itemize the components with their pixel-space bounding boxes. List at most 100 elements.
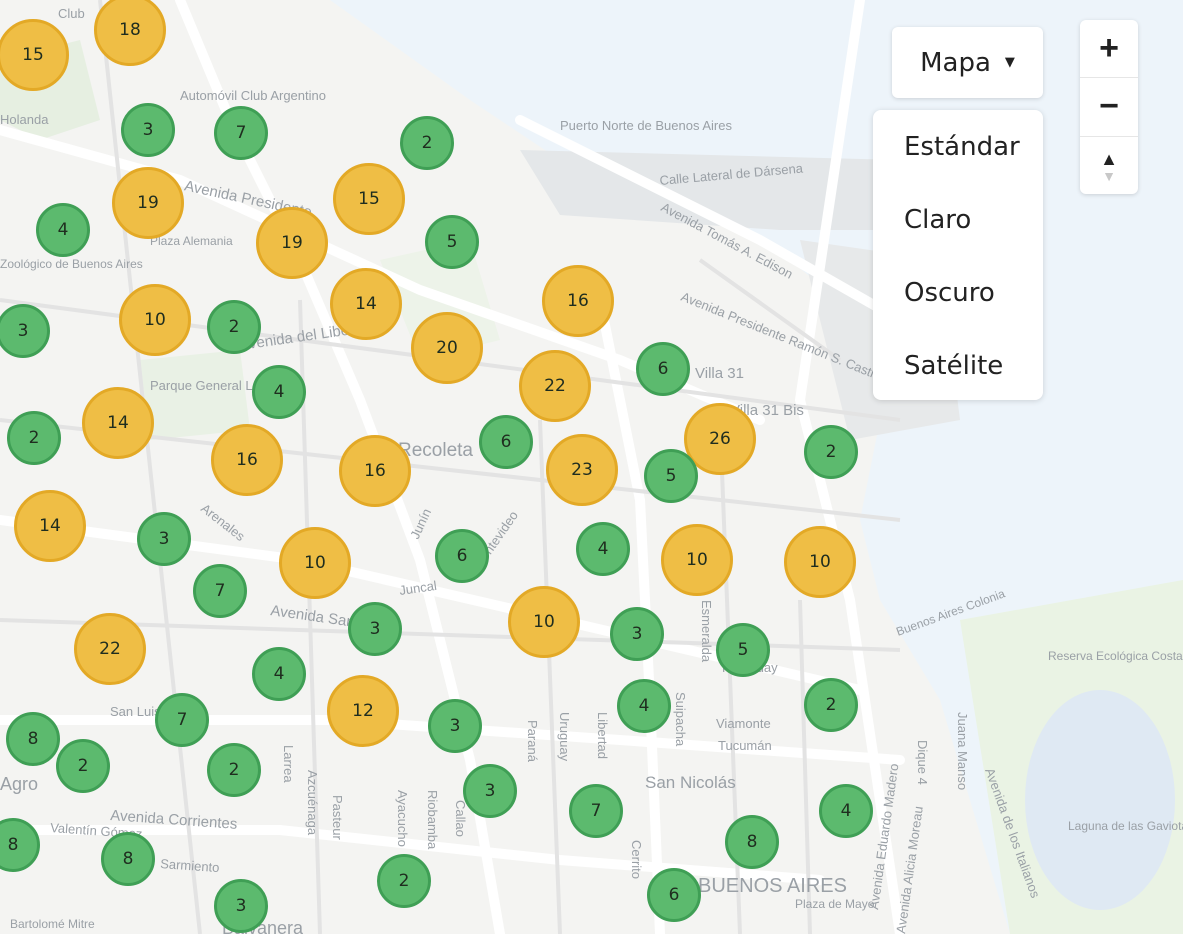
svg-text:Recoleta: Recoleta xyxy=(398,440,473,461)
layer-option-dark[interactable]: Oscuro xyxy=(873,256,1043,329)
cluster-marker[interactable]: 10 xyxy=(661,524,733,596)
cluster-marker[interactable]: 3 xyxy=(348,602,402,656)
cluster-marker[interactable]: 5 xyxy=(644,449,698,503)
svg-text:Viamonte: Viamonte xyxy=(716,716,771,731)
svg-text:Plaza de Mayo: Plaza de Mayo xyxy=(795,897,875,911)
laguna-water xyxy=(1025,690,1175,910)
cluster-marker[interactable]: 7 xyxy=(214,106,268,160)
zoom-in-button[interactable]: + xyxy=(1080,20,1138,79)
svg-text:Holanda: Holanda xyxy=(0,112,49,127)
cluster-marker[interactable]: 2 xyxy=(377,854,431,908)
cluster-marker[interactable]: 4 xyxy=(252,647,306,701)
cluster-marker[interactable]: 14 xyxy=(14,490,86,562)
cluster-marker[interactable]: 5 xyxy=(716,623,770,677)
cluster-marker[interactable]: 8 xyxy=(101,832,155,886)
cluster-marker[interactable]: 4 xyxy=(617,679,671,733)
cluster-marker[interactable]: 5 xyxy=(425,215,479,269)
cluster-marker[interactable]: 16 xyxy=(542,265,614,337)
svg-text:Puerto Norte de Buenos Aires: Puerto Norte de Buenos Aires xyxy=(560,118,732,133)
cluster-marker[interactable]: 23 xyxy=(546,434,618,506)
cluster-marker[interactable]: 6 xyxy=(647,868,701,922)
cluster-marker[interactable]: 10 xyxy=(119,284,191,356)
cluster-marker[interactable]: 16 xyxy=(211,424,283,496)
cluster-marker[interactable]: 10 xyxy=(508,586,580,658)
cluster-marker[interactable]: 3 xyxy=(463,764,517,818)
cluster-marker[interactable]: 14 xyxy=(82,387,154,459)
svg-text:Pasteur: Pasteur xyxy=(330,795,345,840)
cluster-marker[interactable]: 19 xyxy=(256,207,328,279)
svg-text:Uruguay: Uruguay xyxy=(557,712,572,762)
cluster-marker[interactable]: 22 xyxy=(519,350,591,422)
cluster-marker[interactable]: 7 xyxy=(569,784,623,838)
cluster-marker[interactable]: 2 xyxy=(804,678,858,732)
svg-text:Juana Manso: Juana Manso xyxy=(955,712,970,790)
svg-text:BUENOS AIRES: BUENOS AIRES xyxy=(698,875,847,897)
svg-text:San Nicolás: San Nicolás xyxy=(645,773,736,792)
cluster-marker[interactable]: 2 xyxy=(56,739,110,793)
layer-option-satellite[interactable]: Satélite xyxy=(873,329,1043,402)
layer-option-standard[interactable]: Estándar xyxy=(873,110,1043,183)
cluster-marker[interactable]: 4 xyxy=(576,522,630,576)
svg-text:Suipacha: Suipacha xyxy=(673,692,688,747)
cluster-marker[interactable]: 22 xyxy=(74,613,146,685)
cluster-marker[interactable]: 2 xyxy=(804,425,858,479)
cluster-marker[interactable]: 12 xyxy=(327,675,399,747)
cluster-marker[interactable]: 6 xyxy=(435,529,489,583)
layer-switcher-button[interactable]: Mapa ▼ xyxy=(892,27,1043,98)
cluster-marker[interactable]: 15 xyxy=(333,163,405,235)
cluster-marker[interactable]: 4 xyxy=(819,784,873,838)
cluster-marker[interactable]: 7 xyxy=(193,564,247,618)
cluster-marker[interactable]: 3 xyxy=(121,103,175,157)
cluster-marker[interactable]: 6 xyxy=(479,415,533,469)
svg-text:Esmeralda: Esmeralda xyxy=(699,600,714,663)
svg-text:Riobamba: Riobamba xyxy=(425,790,440,850)
cluster-marker[interactable]: 4 xyxy=(252,365,306,419)
cluster-marker[interactable]: 15 xyxy=(0,19,69,91)
compass-button[interactable]: ▲ ▼ xyxy=(1080,137,1138,194)
cluster-marker[interactable]: 14 xyxy=(330,268,402,340)
svg-text:Ayacucho: Ayacucho xyxy=(395,790,410,847)
cluster-marker[interactable]: 10 xyxy=(784,526,856,598)
svg-text:Bartolomé Mitre: Bartolomé Mitre xyxy=(10,917,95,931)
svg-text:Azcuénaga: Azcuénaga xyxy=(305,770,320,836)
svg-text:Club: Club xyxy=(58,6,85,21)
svg-text:Zoológico de Buenos Aires: Zoológico de Buenos Aires xyxy=(0,257,143,271)
svg-text:Larrea: Larrea xyxy=(281,745,296,783)
cluster-marker[interactable]: 8 xyxy=(6,712,60,766)
north-arrow-icon: ▲ xyxy=(1100,148,1118,169)
svg-text:Libertad: Libertad xyxy=(595,712,610,759)
cluster-marker[interactable]: 3 xyxy=(214,879,268,933)
layer-option-light[interactable]: Claro xyxy=(873,183,1043,256)
cluster-marker[interactable]: 2 xyxy=(7,411,61,465)
svg-text:Callao: Callao xyxy=(453,800,468,837)
svg-text:Villa 31: Villa 31 xyxy=(695,365,744,382)
cluster-marker[interactable]: 20 xyxy=(411,312,483,384)
svg-text:Cerrito: Cerrito xyxy=(629,840,644,879)
layer-switcher-label: Mapa xyxy=(920,47,991,78)
svg-text:Tucumán: Tucumán xyxy=(718,738,772,753)
cluster-marker[interactable]: 7 xyxy=(155,693,209,747)
cluster-marker[interactable]: 6 xyxy=(636,342,690,396)
svg-text:Automóvil Club Argentino: Automóvil Club Argentino xyxy=(180,88,326,103)
cluster-marker[interactable]: 2 xyxy=(207,743,261,797)
svg-text:Plaza Alemania: Plaza Alemania xyxy=(150,234,233,248)
cluster-marker[interactable]: 3 xyxy=(428,699,482,753)
svg-text:Agro: Agro xyxy=(0,774,38,794)
svg-text:San Luis: San Luis xyxy=(110,704,161,719)
zoom-control: + − ▲ ▼ xyxy=(1080,20,1138,194)
cluster-marker[interactable]: 16 xyxy=(339,435,411,507)
south-arrow-icon: ▼ xyxy=(1102,167,1116,184)
cluster-marker[interactable]: 4 xyxy=(36,203,90,257)
cluster-marker[interactable]: 10 xyxy=(279,527,351,599)
svg-text:Dique 4: Dique 4 xyxy=(915,740,930,785)
caret-down-icon: ▼ xyxy=(1004,55,1015,70)
cluster-marker[interactable]: 8 xyxy=(725,815,779,869)
zoom-out-button[interactable]: − xyxy=(1080,78,1138,137)
cluster-marker[interactable]: 3 xyxy=(137,512,191,566)
cluster-marker[interactable]: 2 xyxy=(400,116,454,170)
svg-text:Paraná: Paraná xyxy=(525,720,540,763)
cluster-marker[interactable]: 2 xyxy=(207,300,261,354)
layer-menu: Estándar Claro Oscuro Satélite xyxy=(873,110,1043,400)
cluster-marker[interactable]: 3 xyxy=(610,607,664,661)
cluster-marker[interactable]: 19 xyxy=(112,167,184,239)
